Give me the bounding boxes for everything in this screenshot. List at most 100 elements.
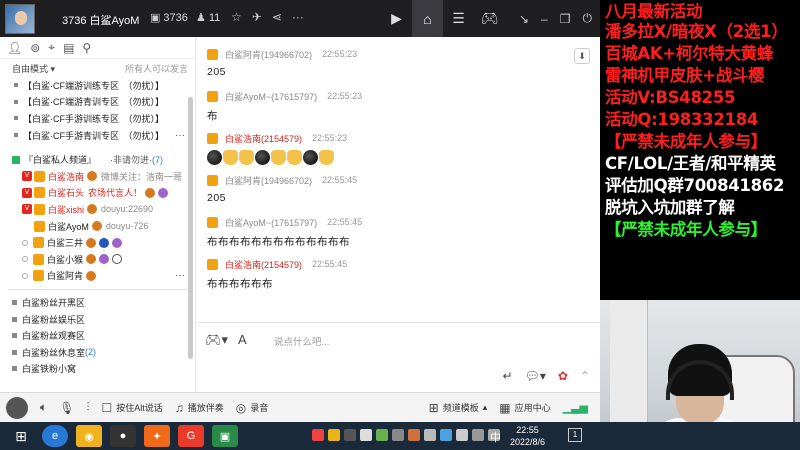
- mixer-button[interactable]: ⫶: [86, 400, 89, 415]
- channel-item[interactable]: 【白鲨·CF手游青训专区 （勿扰）】 ···: [14, 127, 195, 144]
- notification-icon[interactable]: 1: [568, 428, 582, 442]
- medal-icon: [158, 187, 169, 198]
- more-icon[interactable]: ···: [175, 130, 185, 141]
- speak-mode-dropdown[interactable]: 自由模式 ▾: [12, 62, 55, 75]
- share-icon[interactable]: ⋖: [272, 10, 282, 24]
- channel-item[interactable]: 【白鲨·CF手游训练专区 （勿扰）】: [14, 110, 195, 127]
- fan-group-list: 白鲨粉丝开黑区 白鲨粉丝娱乐区 白鲨粉丝观赛区 白鲨粉丝休息室 (2) 白鲨铁粉小…: [0, 294, 195, 377]
- plane-icon[interactable]: ✈: [252, 10, 262, 24]
- chat-input[interactable]: 说点什么吧...: [274, 334, 329, 348]
- font-style-icon[interactable]: A: [238, 332, 247, 348]
- minimize-icon[interactable]: –: [541, 12, 548, 26]
- app-center-button[interactable]: ▦ 应用中心: [499, 401, 550, 415]
- gamepad-icon[interactable]: 🎮︎▾: [205, 332, 228, 348]
- channel-item[interactable]: 白鲨铁粉小窝: [12, 361, 195, 378]
- tray-app-icon[interactable]: [408, 429, 420, 441]
- game-launcher-icon[interactable]: ✦: [144, 425, 170, 447]
- status-dot-icon: [22, 239, 28, 246]
- scroll-down-button[interactable]: ⬇: [574, 48, 590, 64]
- network-icon[interactable]: [472, 429, 484, 441]
- channel-item[interactable]: 白鲨粉丝开黑区: [12, 294, 195, 311]
- more-icon[interactable]: ···: [175, 270, 185, 281]
- ime-indicator[interactable]: 中: [490, 429, 501, 445]
- tray-app-icon[interactable]: [440, 429, 452, 441]
- tray-app-icon[interactable]: [424, 429, 436, 441]
- tray-app-icon[interactable]: [344, 429, 356, 441]
- taskbar-clock[interactable]: 22:55 2022/8/6: [510, 424, 545, 448]
- obs-icon[interactable]: ●: [110, 425, 136, 447]
- checkbox-icon: ☐: [101, 400, 113, 415]
- browser-icon[interactable]: e: [42, 425, 68, 447]
- mini-mode-icon[interactable]: ↘: [519, 12, 529, 26]
- channel-item[interactable]: 白鲨粉丝观赛区: [12, 327, 195, 344]
- chat-bubble-icon[interactable]: 💬︎▾: [525, 369, 546, 383]
- app-window-icon[interactable]: ▣: [212, 425, 238, 447]
- input-tools: 🎮︎▾ A: [205, 332, 247, 348]
- video-button[interactable]: ▶: [381, 0, 412, 37]
- channel-item[interactable]: 【白鲨·CF端游青训专区 （勿扰）】: [14, 94, 195, 111]
- collapse-icon[interactable]: ⌃: [580, 369, 590, 383]
- list-button[interactable]: ☰: [443, 0, 474, 37]
- member-row[interactable]: 白鲨三井: [22, 234, 195, 251]
- tray-app-icon[interactable]: [456, 429, 468, 441]
- enter-icon[interactable]: ↵: [503, 369, 513, 383]
- list-icon: ☰: [452, 10, 465, 26]
- member-row[interactable]: V 白鲨浩南 微博关注：浩南一哥: [22, 168, 195, 185]
- restore-icon[interactable]: ❐: [560, 12, 571, 26]
- badge-icon: ▣: [150, 12, 161, 24]
- member-row[interactable]: V 白鲨xishi douyu:22690: [22, 201, 195, 218]
- topbar-actions: ☆ ✈ ⋖ ···: [231, 10, 304, 24]
- channel-item[interactable]: 【白鲨·CF端游训练专区 （勿扰）】: [14, 77, 195, 94]
- hand-emoji: [223, 150, 238, 165]
- member-row[interactable]: 白鲨AyoM douyu-726: [22, 218, 195, 235]
- bomb-emoji: [207, 150, 222, 165]
- home-button[interactable]: ⌂: [411, 0, 443, 37]
- location-icon[interactable]: ⌖: [48, 40, 55, 55]
- press-alt-toggle[interactable]: ☐ 按住Alt说话: [101, 401, 162, 415]
- power-icon[interactable]: ⏻: [583, 11, 593, 26]
- search-icon[interactable]: ⚲: [82, 41, 91, 55]
- overlay-line: 雷神机甲皮肤+战斗樱: [605, 66, 765, 85]
- google-icon[interactable]: G: [178, 425, 204, 447]
- person-icon[interactable]: 👤︎: [7, 41, 22, 55]
- star-icon[interactable]: ☆: [231, 10, 242, 24]
- channel-item[interactable]: 白鲨粉丝娱乐区: [12, 311, 195, 328]
- template-button[interactable]: ⊞ 频道模板 ▴: [429, 401, 488, 415]
- more-icon[interactable]: ···: [292, 10, 304, 24]
- sidebar-scrollbar[interactable]: [188, 97, 193, 359]
- tray-app-icon[interactable]: [328, 429, 340, 441]
- user-avatar[interactable]: [6, 396, 28, 419]
- overlay-line: 百城AK+柯尔特大黄蜂: [605, 44, 774, 63]
- group-icon[interactable]: ⊚: [30, 41, 40, 55]
- tray-app-icon[interactable]: [360, 429, 372, 441]
- overlay-line: 活动Q:198332184: [605, 110, 759, 129]
- member-list: V 白鲨浩南 微博关注：浩南一哥 V 白鲨石头 农场代言人！ V 白鲨xishi…: [0, 168, 195, 284]
- tray-app-icon[interactable]: [392, 429, 404, 441]
- game-button[interactable]: 🎮︎: [474, 0, 505, 37]
- speaker-button[interactable]: 🔈︎: [40, 400, 47, 415]
- windows-start-icon[interactable]: ⊞: [8, 425, 34, 447]
- music-button[interactable]: ♫ 播放伴奏: [175, 401, 224, 415]
- member-row[interactable]: 白鲨小猴: [22, 251, 195, 268]
- chat-input-area: 🎮︎▾ A 说点什么吧... ↵ 💬︎▾ ✿ ⌃: [197, 322, 600, 392]
- channel-item[interactable]: 白鲨粉丝休息室 (2): [12, 344, 195, 361]
- channel-avatar[interactable]: [5, 4, 35, 34]
- level-icon: [87, 171, 98, 182]
- private-channel[interactable]: 『白鲨私人频道』 ·非请勿进· (7): [0, 151, 195, 168]
- member-row[interactable]: 白鲨阿肯 ···: [22, 268, 195, 285]
- chat-message: 白鲨AyoM~(17615797) 22:55:23 布: [207, 90, 363, 122]
- flower-icon[interactable]: ✿: [558, 369, 568, 383]
- notes-icon[interactable]: ▤: [63, 41, 74, 55]
- tray-app-icon[interactable]: [312, 429, 324, 441]
- tray-app-icon[interactable]: [376, 429, 388, 441]
- member-row[interactable]: V 白鲨石头 农场代言人！: [22, 185, 195, 202]
- record-button[interactable]: ◎ 录音: [236, 401, 269, 415]
- status-dot-icon: [22, 256, 28, 263]
- crown-icon: [33, 253, 44, 265]
- mic-button[interactable]: 🎙︎: [59, 401, 74, 415]
- overlay-line: 八月最新活动: [605, 2, 703, 21]
- crown-icon: [33, 237, 44, 249]
- window-controls: ↘ – ❐ ⏻: [519, 0, 592, 37]
- overlay-line: 脱坑入坑加群了解: [605, 198, 735, 217]
- yy-app-icon[interactable]: ◉: [76, 425, 102, 447]
